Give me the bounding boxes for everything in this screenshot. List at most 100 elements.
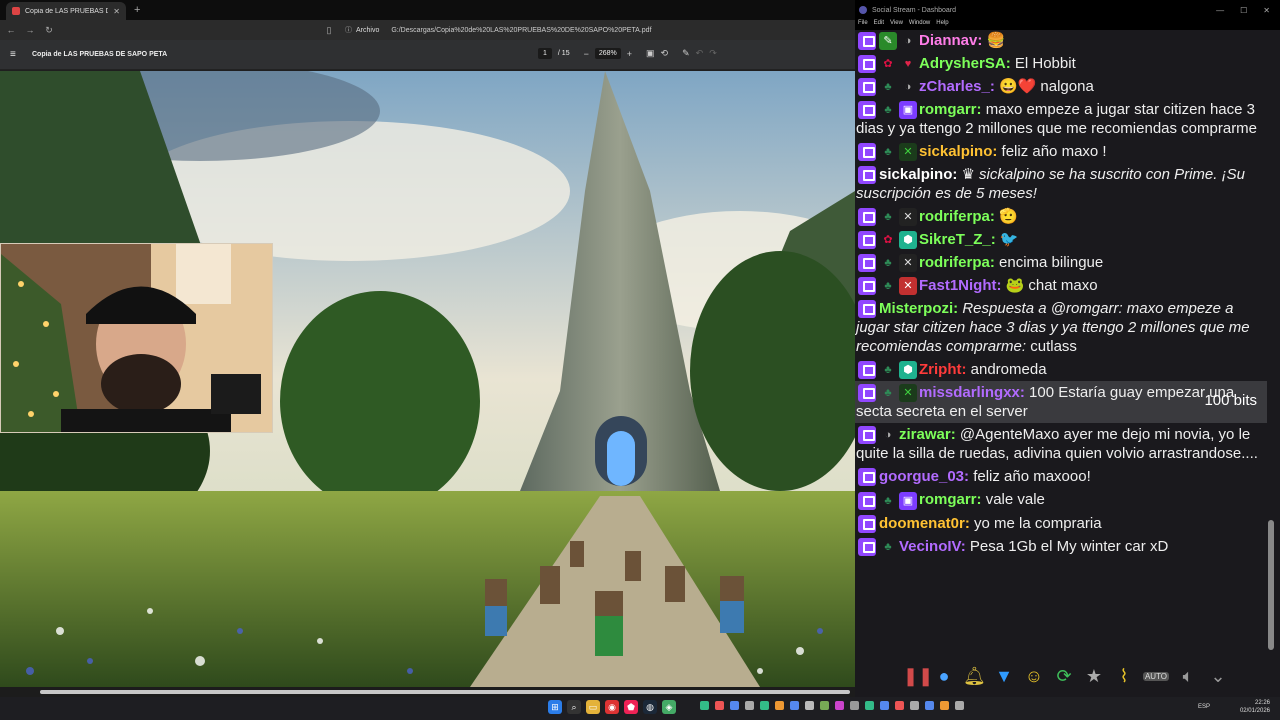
chat-username[interactable]: Fast1Night: bbox=[919, 277, 1002, 294]
chat-username[interactable]: AdrysherSA: bbox=[919, 55, 1011, 72]
forward-icon[interactable]: → bbox=[22, 25, 38, 35]
badge-gray-icon: ◑ bbox=[904, 81, 912, 94]
address-bar[interactable]: ⓘ Archivo G:/Descargas/Copia%20de%20LAS%… bbox=[345, 25, 855, 35]
emoji-icon[interactable]: ☺ bbox=[1023, 666, 1045, 687]
browser-icon[interactable]: ◉ bbox=[605, 700, 619, 714]
fit-page-icon[interactable]: ▣ bbox=[646, 48, 655, 59]
language-indicator[interactable]: ESP bbox=[1198, 704, 1210, 710]
bell-icon[interactable]: 🔔︎ bbox=[963, 666, 986, 687]
search-icon[interactable]: ⌕ bbox=[567, 700, 581, 714]
folder-icon[interactable]: ▭ bbox=[586, 700, 600, 714]
chat-username[interactable]: romgarr: bbox=[919, 491, 982, 508]
rotate-icon[interactable]: ⟲ bbox=[661, 48, 669, 59]
tray-icon[interactable] bbox=[910, 701, 919, 710]
chat-text: chat maxo bbox=[1028, 277, 1098, 295]
start-icon[interactable]: ⊞ bbox=[548, 700, 562, 714]
chat-message: ♣ ✕ missdarlingxx: 100 Estaría guay empeza… bbox=[855, 381, 1267, 424]
zoom-out-icon[interactable]: − bbox=[584, 49, 589, 59]
badge-teal-icon: ⬢ bbox=[899, 231, 917, 250]
chat-message: ♣ ◑ zCharles_: 😀❤️ nalgona bbox=[855, 75, 1267, 98]
badge-tree-icon: ♣ bbox=[884, 81, 892, 94]
bookmark-icon[interactable]: ▯ bbox=[321, 25, 337, 36]
filter-icon[interactable]: ▼ bbox=[993, 666, 1015, 687]
close-tab-icon[interactable]: ✕ bbox=[113, 7, 120, 16]
badge-tree-icon: ♣ bbox=[884, 211, 892, 224]
reload-icon[interactable]: ↻ bbox=[41, 25, 57, 36]
twitch-icon bbox=[858, 300, 876, 319]
chat-username[interactable]: missdarlingxx: bbox=[919, 384, 1025, 401]
zoom-in-icon[interactable]: + bbox=[627, 49, 632, 59]
horizontal-scrollbar[interactable] bbox=[0, 687, 855, 697]
tray-icon[interactable] bbox=[760, 701, 769, 710]
badge-tree-icon: ♣ bbox=[884, 146, 892, 159]
pause-icon[interactable]: ❚❚ bbox=[903, 666, 933, 687]
chat-username[interactable]: zirawar: bbox=[899, 426, 956, 443]
chat-username[interactable]: rodriferpa: bbox=[919, 208, 995, 225]
tray-icon[interactable] bbox=[775, 701, 784, 710]
menu-icon[interactable]: ≡ bbox=[10, 49, 24, 60]
shield-icon[interactable]: ⬟ bbox=[624, 700, 638, 714]
twitch-icon bbox=[858, 491, 876, 510]
tray-icon[interactable] bbox=[940, 701, 949, 710]
chat-scrollbar[interactable] bbox=[1268, 520, 1274, 650]
chat-username[interactable]: goorgue_03: bbox=[879, 468, 969, 485]
broom-icon[interactable]: ⌇ bbox=[1113, 666, 1135, 687]
info-icon: ⓘ bbox=[345, 27, 352, 34]
pdf-title: Copia de LAS PRUEBAS DE SAPO PETA bbox=[32, 51, 168, 58]
tray-icon[interactable] bbox=[745, 701, 754, 710]
chat-username[interactable]: rodriferpa: bbox=[919, 254, 995, 271]
app-icon[interactable]: ◈ bbox=[662, 700, 676, 714]
twitch-icon bbox=[858, 231, 876, 250]
browser-tab[interactable]: Copia de LAS PRUEBAS DE SAPO ✕ bbox=[6, 2, 126, 20]
star-icon[interactable]: ★ bbox=[1083, 666, 1105, 687]
chat-username[interactable]: sickalpino: bbox=[879, 166, 957, 183]
collapse-icon[interactable]: ⌄ bbox=[1207, 666, 1229, 687]
tab-bar: Copia de LAS PRUEBAS DE SAPO ✕ + bbox=[0, 0, 855, 20]
chat-message: ♣ ✕ rodriferpa: encima bilingue bbox=[855, 251, 1267, 274]
tray-icon[interactable] bbox=[865, 701, 874, 710]
scrollbar-thumb[interactable] bbox=[40, 690, 850, 694]
tray-icon[interactable] bbox=[715, 701, 724, 710]
tray-icon[interactable] bbox=[880, 701, 889, 710]
chat-username[interactable]: Misterpozi: bbox=[879, 300, 958, 317]
tray-icon[interactable] bbox=[820, 701, 829, 710]
redo-icon: ↷ bbox=[709, 48, 717, 58]
steam-icon[interactable]: ◍ bbox=[643, 700, 657, 714]
tray-icon[interactable] bbox=[700, 701, 709, 710]
page-number-input[interactable]: 1 bbox=[538, 48, 552, 59]
tray-icon[interactable] bbox=[730, 701, 739, 710]
chat-feed[interactable]: ✎ ◑ Diannav: 🍔 ✿ ♥ AdrysherSA: El Hobbit ♣ ◑ zCh… bbox=[855, 29, 1267, 654]
chat-username[interactable]: SikreT_Z_: bbox=[919, 231, 996, 248]
new-tab-icon[interactable]: + bbox=[134, 4, 140, 16]
badge-mute-icon: ✕ bbox=[899, 254, 917, 273]
sync-icon[interactable]: ⟳ bbox=[1053, 666, 1075, 687]
tray-icon[interactable] bbox=[805, 701, 814, 710]
chat-username[interactable]: sickalpino: bbox=[919, 143, 997, 160]
tray-icon[interactable] bbox=[790, 701, 799, 710]
draw-icon[interactable]: ✎ bbox=[682, 48, 690, 59]
chat-message: ♣ ⬢ Zripht: andromeda bbox=[855, 358, 1267, 381]
maximize-icon[interactable]: ☐ bbox=[1240, 6, 1247, 15]
zoom-level[interactable]: 268% bbox=[594, 48, 621, 59]
chat-bubble-icon[interactable]: ● bbox=[933, 666, 955, 687]
speaker-icon[interactable]: 🔈︎ bbox=[1177, 666, 1199, 687]
page-total: / 15 bbox=[557, 50, 570, 57]
clock[interactable]: 22:26 02/01/2026 bbox=[1240, 699, 1270, 715]
chat-username[interactable]: VecinoIV: bbox=[899, 538, 966, 555]
chat-username[interactable]: romgarr: bbox=[919, 101, 982, 118]
tray-icon[interactable] bbox=[895, 701, 904, 710]
auto-button[interactable]: AUTO bbox=[1143, 671, 1169, 681]
chat-username[interactable]: zCharles_: bbox=[919, 78, 995, 95]
chat-username[interactable]: Diannav: bbox=[919, 32, 982, 49]
back-icon[interactable]: ← bbox=[3, 25, 19, 35]
close-icon[interactable]: ✕ bbox=[1263, 6, 1270, 15]
tray-icon[interactable] bbox=[835, 701, 844, 710]
chat-username[interactable]: Zripht: bbox=[919, 361, 966, 378]
navigation-bar: ← → ↻ ▯ ⓘ Archivo G:/Descargas/Copia%20d… bbox=[0, 20, 855, 40]
chat-username[interactable]: doomenat0r: bbox=[879, 515, 970, 532]
twitch-icon bbox=[858, 537, 876, 556]
tray-icon[interactable] bbox=[955, 701, 964, 710]
minimize-icon[interactable]: — bbox=[1216, 6, 1224, 15]
tray-icon[interactable] bbox=[850, 701, 859, 710]
tray-icon[interactable] bbox=[925, 701, 934, 710]
